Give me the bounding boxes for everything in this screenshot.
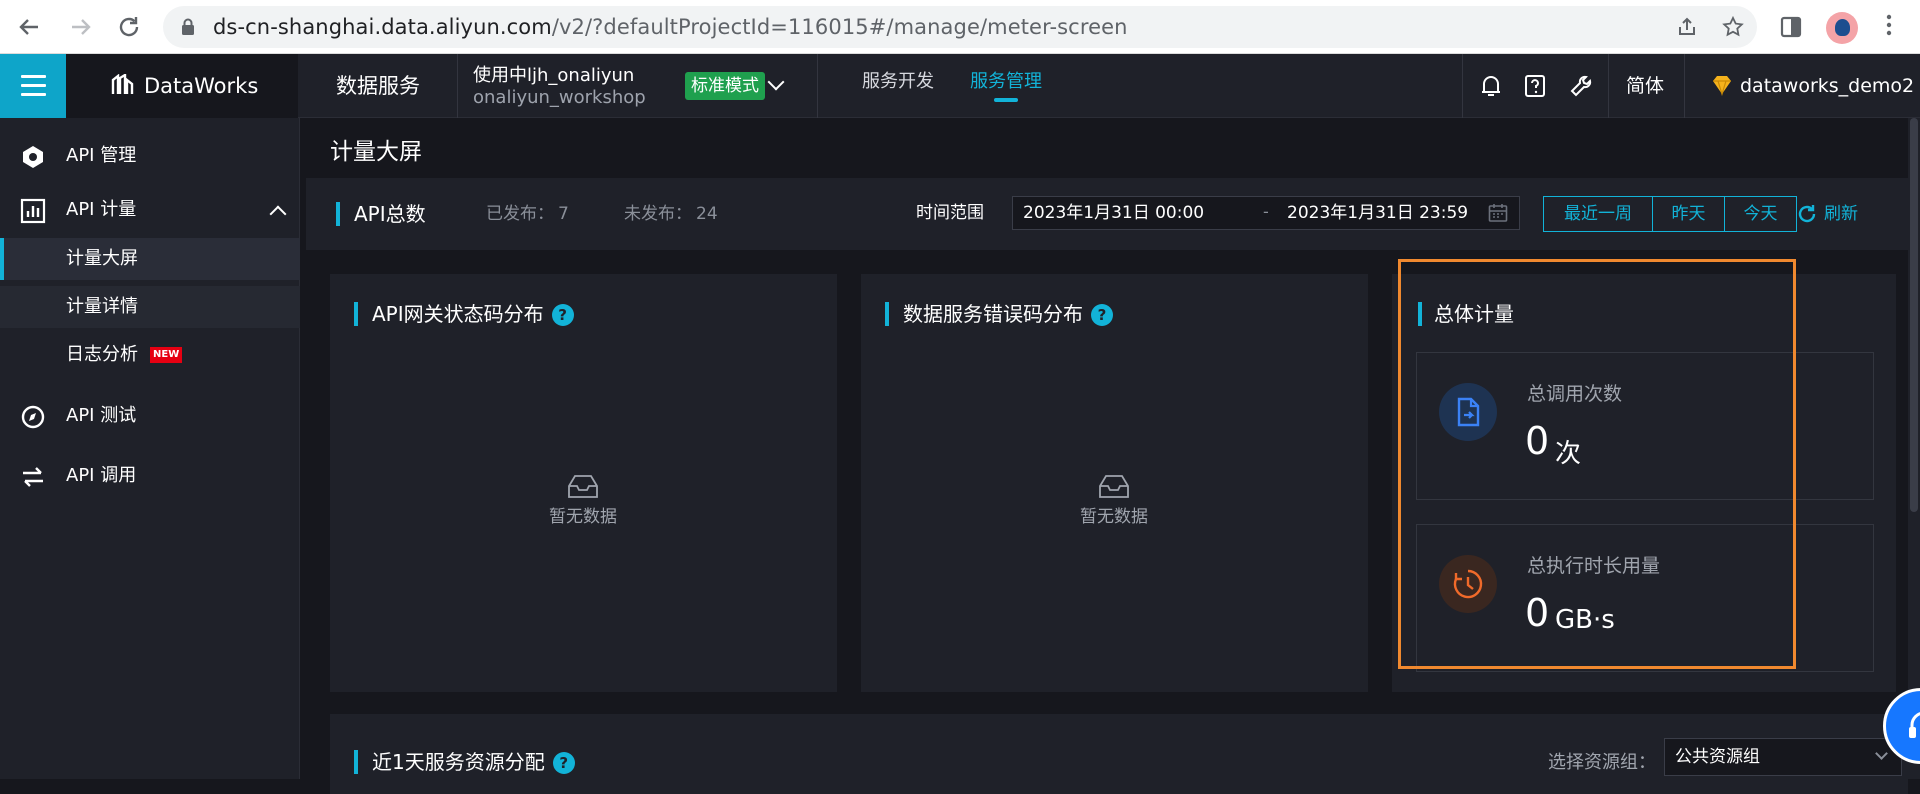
menu-icon[interactable]	[0, 54, 66, 118]
lock-icon	[182, 18, 194, 35]
resource-group-label: 选择资源组：	[1548, 752, 1656, 773]
address-bar[interactable]: ds-cn-shanghai.data.aliyun.com/v2/?defau…	[163, 6, 1757, 48]
bar-chart-icon	[20, 198, 46, 224]
sidebar-item-meter-detail[interactable]: 计量详情	[0, 286, 300, 328]
account-menu[interactable]: dataworks_demo2	[1713, 54, 1914, 118]
help-icon[interactable]: ?	[1091, 304, 1113, 326]
compass-icon	[21, 405, 45, 429]
status-code-card: API网关状态码分布? 暂无数据	[330, 274, 837, 692]
side-panel-icon[interactable]	[1776, 12, 1806, 42]
mode-badge: 标准模式	[685, 72, 765, 100]
service-name[interactable]: 数据服务	[298, 54, 458, 118]
card-title: 近1天服务资源分配?	[372, 746, 575, 775]
dataworks-logo-icon	[111, 74, 134, 94]
today-button[interactable]: 今天	[1724, 196, 1797, 232]
profile-avatar[interactable]	[1826, 12, 1858, 44]
back-icon[interactable]	[14, 12, 44, 42]
yesterday-button[interactable]: 昨天	[1652, 196, 1725, 232]
tab-service-dev[interactable]: 服务开发	[862, 54, 934, 110]
language-switch[interactable]: 简体	[1626, 54, 1664, 118]
highlight-frame	[1398, 259, 1796, 669]
tab-service-manage[interactable]: 服务管理	[970, 54, 1042, 110]
sidebar-item-meter-screen[interactable]: 计量大屏	[0, 238, 300, 280]
start-date-input[interactable]: 2023年1月31日 00:00	[1023, 197, 1204, 229]
inbox-icon	[1099, 475, 1129, 498]
project-selector[interactable]: 使用中ljh_onaliyun onaliyun_workshop 标准模式	[458, 54, 818, 118]
time-range-label: 时间范围	[916, 203, 984, 223]
new-badge: NEW	[150, 347, 183, 363]
share-icon[interactable]	[1675, 15, 1699, 39]
filter-bar: API总数 已发布： 7 未发布： 24 时间范围 2023年1月31日 00:00…	[306, 178, 1908, 250]
bell-icon[interactable]	[1476, 71, 1506, 101]
page-title: 计量大屏	[330, 139, 422, 165]
sidebar-item-api-manage[interactable]: API 管理	[0, 132, 300, 180]
sidebar-item-api-meter[interactable]: API 计量	[0, 186, 300, 234]
scrollbar[interactable]	[1908, 118, 1920, 779]
help-icon[interactable]: ?	[551, 304, 574, 326]
last-week-button[interactable]: 最近一周	[1543, 196, 1653, 232]
star-icon[interactable]	[1721, 15, 1745, 39]
dataworks-logo[interactable]: DataWorks	[66, 54, 298, 118]
end-date-input[interactable]: 2023年1月31日 23:59	[1287, 197, 1468, 229]
resource-allocation-card: 近1天服务资源分配? 选择资源组： 公共资源组	[330, 714, 1908, 794]
help-icon[interactable]	[1520, 71, 1550, 101]
app-header: DataWorks 数据服务 使用中ljh_onaliyun onaliyun_…	[0, 54, 1920, 118]
hexagon-icon	[23, 146, 43, 168]
sidebar: API 管理 API 计量 计量大屏 计量详情 日志分析 NEW API 测试 …	[0, 118, 300, 779]
chevron-down-icon	[1875, 747, 1888, 760]
date-range-picker[interactable]: 2023年1月31日 00:00 - 2023年1月31日 23:59	[1012, 196, 1520, 230]
card-title: API网关状态码分布?	[372, 298, 574, 327]
help-icon[interactable]: ?	[552, 752, 575, 774]
unpublished-count: 未发布： 24	[624, 204, 718, 224]
empty-state: 暂无数据	[523, 474, 643, 527]
refresh-icon	[1798, 205, 1816, 223]
chevron-down-icon[interactable]	[767, 73, 785, 91]
error-code-card: 数据服务错误码分布? 暂无数据	[861, 274, 1368, 692]
sidebar-item-api-call[interactable]: API 调用	[0, 452, 300, 500]
card-title: 数据服务错误码分布?	[903, 298, 1113, 327]
chevron-up-icon[interactable]	[269, 205, 287, 223]
swap-arrows-icon	[23, 467, 43, 487]
project-name: onaliyun_workshop	[473, 87, 646, 108]
calendar-icon[interactable]	[1488, 203, 1508, 223]
project-status: 使用中ljh_onaliyun	[473, 65, 635, 86]
forward-icon[interactable]	[66, 12, 96, 42]
reload-icon[interactable]	[114, 12, 144, 42]
published-count: 已发布： 7	[486, 204, 569, 224]
resource-group-select[interactable]: 公共资源组	[1664, 738, 1902, 776]
empty-state: 暂无数据	[1054, 474, 1174, 527]
browser-toolbar: ds-cn-shanghai.data.aliyun.com/v2/?defau…	[0, 0, 1920, 54]
api-total-title: API总数	[354, 202, 426, 226]
sidebar-item-api-test[interactable]: API 测试	[0, 392, 300, 440]
refresh-button[interactable]: 刷新	[1798, 178, 1858, 250]
diamond-icon	[1713, 76, 1731, 96]
inbox-icon	[568, 475, 598, 498]
url-text: ds-cn-shanghai.data.aliyun.com/v2/?defau…	[213, 15, 1128, 39]
wrench-icon[interactable]	[1566, 71, 1596, 101]
browser-menu-icon[interactable]	[1884, 10, 1894, 44]
sidebar-item-log-analysis[interactable]: 日志分析 NEW	[0, 334, 300, 376]
headset-icon	[1909, 712, 1920, 738]
